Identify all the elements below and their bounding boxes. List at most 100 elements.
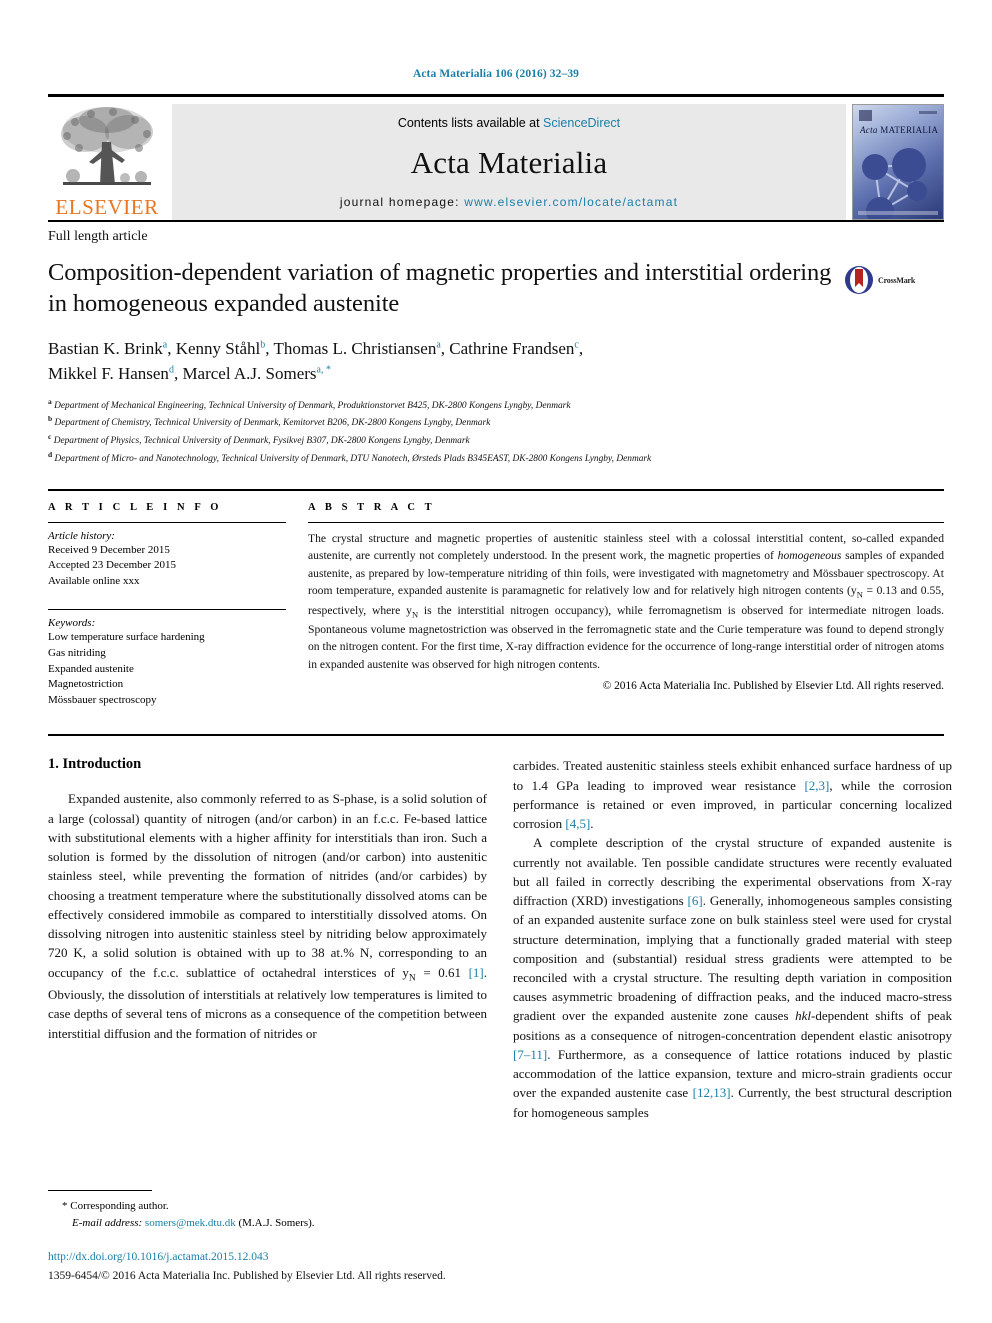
keyword-item: Magnetostriction [48,678,124,691]
crossmark-badge[interactable]: CrossMark [844,265,944,295]
sciencedirect-link[interactable]: ScienceDirect [543,116,620,130]
footnote-star: * [62,1200,68,1212]
citation-link[interactable]: [12,13] [693,1085,731,1100]
affiliation-item: d Department of Micro- and Nanotechnolog… [48,449,944,467]
title-row: Composition-dependent variation of magne… [48,257,944,336]
article-info-column: A R T I C L E I N F O Article history: R… [48,502,286,709]
text-seg: Expanded austenite, also commonly referr… [48,791,487,980]
doi-footer: http://dx.doi.org/10.1016/j.actamat.2015… [48,1249,648,1286]
keyword-item: Low temperature surface hardening [48,631,205,644]
article-type-label: Full length article [48,229,148,244]
article-history-label: Article history: [48,529,115,542]
right-column: carbides. Treated austenitic stainless s… [513,756,952,1121]
intro-paragraph-left: Expanded austenite, also commonly referr… [48,789,487,1042]
author-affil-mark[interactable]: a [436,339,440,350]
intro-paragraph-right-1: carbides. Treated austenitic stainless s… [513,756,952,833]
affiliation-list: a Department of Mechanical Engineering, … [48,396,944,467]
history-item: Accepted 23 December 2015 [48,559,176,572]
footnote-corresponding-line: * Corresponding author. [48,1198,487,1215]
journal-title: Acta Materialia [410,144,608,180]
journal-homepage-line: journal homepage: www.elsevier.com/locat… [340,195,678,209]
abstract-text: The crystal structure and magnetic prope… [308,530,944,674]
cover-footer-bar [858,211,938,215]
contents-available-line: Contents lists available at ScienceDirec… [398,116,620,130]
abstract-heading: A B S T R A C T [308,501,436,513]
footnote-email-line: E-mail address: somers@mek.dtu.dk (M.A.J… [48,1215,487,1232]
author-name: Mikkel F. Hansen [48,364,169,384]
text-subscript: N [408,973,416,984]
crossmark-label: CrossMark [878,275,916,285]
author-list: Bastian K. Brinka, Kenny Ståhlb, Thomas … [48,338,584,384]
citation-link[interactable]: [6] [688,893,703,908]
article-history-list: Received 9 December 2015 Accepted 23 Dec… [48,543,286,590]
citation-link[interactable]: [2,3] [804,778,829,793]
divider [48,609,286,611]
affiliation-item: c Department of Physics, Technical Unive… [48,431,944,449]
section-heading-introduction: 1. Introduction [48,756,142,773]
affiliation-text: Department of Chemistry, Technical Unive… [54,418,491,429]
footnote-email-label: E-mail address: [72,1216,143,1229]
affiliation-text: Department of Mechanical Engineering, Te… [54,400,571,411]
cover-publisher-mark [859,110,872,121]
history-item: Available online xxx [48,574,140,587]
info-abstract-section: A R T I C L E I N F O Article history: R… [48,488,944,709]
crossmark-icon [845,266,873,294]
footnote-email-suffix: (M.A.J. Somers). [238,1216,315,1229]
author-affil-mark[interactable]: b [260,339,265,350]
citation-link[interactable]: [1] [469,965,484,980]
cover-title-materialia: MATERIALIA [880,125,939,135]
page-title: Composition-dependent variation of magne… [48,259,832,318]
abstract-copyright: © 2016 Acta Materialia Inc. Published by… [602,679,944,692]
text-emphasis: hkl [795,1008,811,1024]
elsevier-wordmark: ELSEVIER [55,195,159,219]
cover-network-graphic [862,148,927,219]
issn-copyright-line: 1359-6454/© 2016 Acta Materialia Inc. Pu… [48,1269,446,1282]
author-affil-mark[interactable]: c [574,339,578,350]
journal-cover-thumbnail: Acta MATERIALIA [852,104,944,220]
history-item: Received 9 December 2015 [48,543,170,556]
author-affil-mark[interactable]: a, * [317,365,331,376]
footnote-divider [48,1190,152,1191]
cover-top-bar [919,111,937,114]
divider [308,521,944,523]
keyword-item: Mössbauer spectroscopy [48,693,157,706]
elsevier-logo: ELSEVIER [48,104,166,220]
body-columns: 1. Introduction Expanded austenite, also… [48,734,952,1121]
author-affil-mark[interactable]: a [163,339,167,350]
affiliation-mark: d [48,449,53,459]
running-head: Acta Materialia 106 (2016) 32–39 [412,68,580,80]
affiliation-mark: b [48,414,53,424]
journal-masthead: ELSEVIER Contents lists available at Sci… [48,94,944,220]
text-seg: . Generally, inhomogeneous samples consi… [513,893,953,1024]
footnote-email-link[interactable]: somers@mek.dtu.dk [145,1217,236,1229]
homepage-url-link[interactable]: www.elsevier.com/locate/actamat [464,195,678,209]
cover-title: Acta MATERIALIA [860,125,938,135]
left-column: 1. Introduction Expanded austenite, also… [48,756,487,1121]
contents-prefix: Contents lists available at [397,116,544,130]
divider [48,521,286,523]
title-block: Composition-dependent variation of magne… [48,257,832,336]
abstract-column: A B S T R A C T The crystal structure an… [308,502,944,709]
keyword-item: Expanded austenite [48,662,134,675]
citation-link[interactable]: [7–11] [513,1047,547,1062]
abstract-emphasis: homogeneous [777,549,842,563]
keyword-item: Gas nitriding [48,646,106,659]
homepage-prefix: journal homepage: [339,195,465,209]
doi-link[interactable]: http://dx.doi.org/10.1016/j.actamat.2015… [48,1249,648,1266]
author-name: Kenny Ståhl [175,338,261,358]
affiliation-text: Department of Physics, Technical Univers… [53,436,470,447]
author-name: Thomas L. Christiansen [273,338,437,358]
elsevier-tree-icon [61,107,153,185]
author-affil-mark[interactable]: d [169,365,174,376]
author-name: Cathrine Frandsen [449,338,575,358]
author-name: Marcel A.J. Somers [182,364,317,384]
article-info-heading: A R T I C L E I N F O [48,501,223,513]
citation-link[interactable]: [4,5] [565,816,590,831]
affiliation-text: Department of Micro- and Nanotechnology,… [54,453,652,464]
article-header: Full length article Composition-dependen… [48,220,944,467]
text-seg: = 0.61 [415,964,469,980]
affiliation-mark: a [48,396,52,406]
article-page: Acta Materialia 106 (2016) 32–39 ELSEVIE… [0,0,992,1323]
cover-title-acta: Acta [860,125,878,135]
footnote-corresponding-text: Corresponding author. [70,1200,169,1212]
